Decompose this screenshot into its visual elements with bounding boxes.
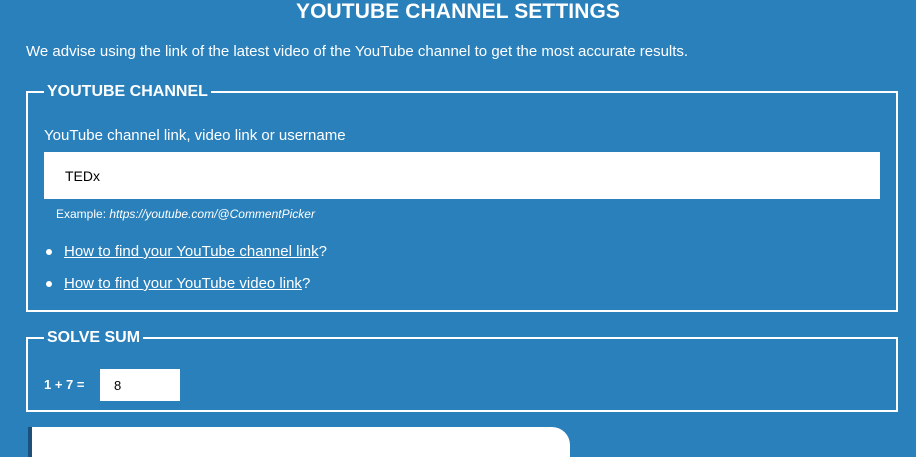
example-url: https://youtube.com/@CommentPicker	[109, 207, 315, 221]
list-item: How to find your YouTube video link?	[44, 275, 327, 307]
bullet-icon	[46, 249, 52, 255]
page-title: YOUTUBE CHANNEL SETTINGS	[295, 0, 621, 23]
solve-sum-legend: SOLVE SUM	[47, 329, 141, 346]
sum-equation: 1 + 7 =	[44, 377, 85, 392]
channel-field-label: YouTube channel link, video link or user…	[44, 127, 346, 144]
help-link-suffix: ?	[318, 243, 327, 260]
solve-sum-section: SOLVE SUM 1 + 7 =	[26, 329, 898, 412]
youtube-channel-legend: YOUTUBE CHANNEL	[47, 83, 208, 100]
submit-button[interactable]	[28, 427, 570, 457]
list-item: How to find your YouTube channel link?	[44, 243, 327, 275]
bullet-icon	[46, 281, 52, 287]
channel-input[interactable]	[44, 152, 880, 199]
help-link-suffix: ?	[301, 275, 311, 292]
intro-text: We advise using the link of the latest v…	[26, 43, 689, 60]
sum-answer-input[interactable]	[100, 369, 180, 401]
video-link-help-link[interactable]: How to find your YouTube video link	[64, 275, 302, 292]
channel-link-help-link[interactable]: How to find your YouTube channel link	[64, 243, 319, 260]
youtube-channel-section: YOUTUBE CHANNEL YouTube channel link, vi…	[26, 83, 898, 312]
help-links-list: How to find your YouTube channel link? H…	[44, 243, 327, 307]
example-hint: Example: https://youtube.com/@CommentPic…	[56, 207, 315, 222]
example-prefix: Example:	[56, 207, 110, 221]
